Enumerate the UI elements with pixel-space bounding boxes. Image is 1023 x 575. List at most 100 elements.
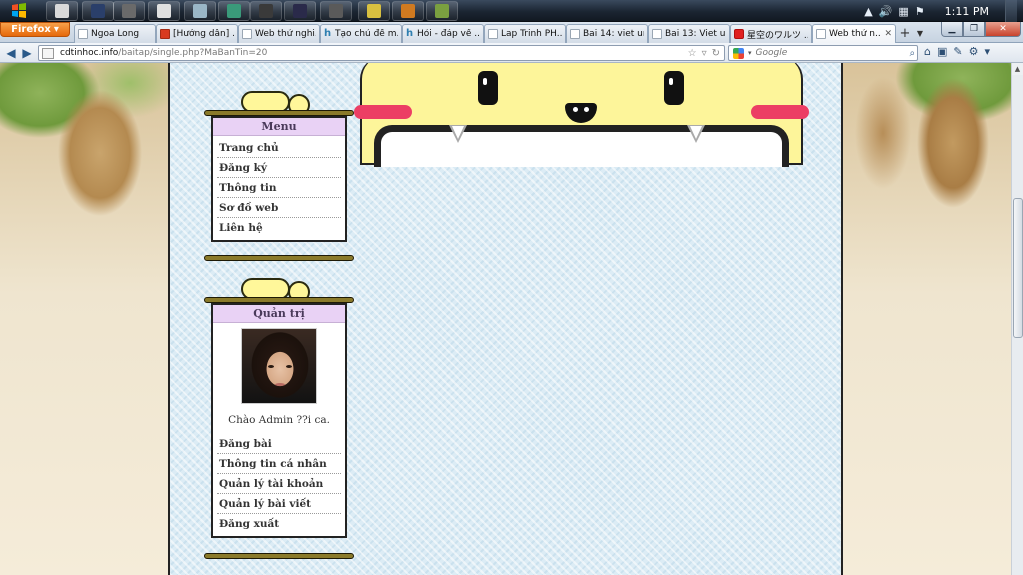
header-mascot — [354, 63, 809, 167]
browser-tab[interactable]: Lap Trinh PH... — [484, 24, 566, 43]
browser-tab[interactable]: Ngoa Long — [74, 24, 156, 43]
taskbar-app-explorer[interactable] — [46, 1, 78, 21]
windows-taskbar: ▲ 🔊 ▦ ⚑ 1:11 PM — [0, 0, 1023, 22]
taskbar-app-app-11[interactable] — [392, 1, 424, 21]
new-tab-button[interactable]: + — [896, 24, 914, 43]
browser-tab-active[interactable]: Web thử n... ✕ — [812, 24, 896, 43]
mascot-right-fang — [687, 125, 705, 143]
close-tab-icon[interactable]: ✕ — [884, 29, 892, 39]
back-arrow-icon[interactable]: ◀ — [4, 46, 18, 60]
menu-list: Trang chủ Đăng ký Thông tin Sơ đồ web Liên h… — [213, 136, 345, 240]
avatar-mouth — [275, 383, 285, 386]
scroll-up-arrow-icon[interactable]: ▲ — [1012, 63, 1023, 75]
window-controls: ▁ ❐ ✕ — [941, 22, 1021, 37]
tab-title: 星空のワルツ ... — [747, 30, 808, 41]
firefox-menu-button[interactable]: Firefox ▾ — [0, 22, 70, 37]
menu-item[interactable]: Đăng ký — [217, 158, 341, 178]
menu-item[interactable]: Sơ đồ web — [217, 198, 341, 218]
mascot-mouth — [374, 125, 789, 167]
taskbar-app-app-9[interactable] — [320, 1, 352, 21]
tab-favicon-icon — [78, 29, 88, 39]
browser-tab[interactable]: [Hướng dẫn] ... — [156, 24, 238, 43]
taskbar-app-notepad[interactable] — [358, 1, 390, 21]
tab-title: [Hướng dẫn] ... — [173, 29, 234, 39]
forward-arrow-icon[interactable]: ▶ — [20, 46, 34, 60]
admin-list: Đăng bài Thông tin cá nhân Quản lý tài kho… — [213, 432, 345, 536]
google-engine-icon[interactable] — [733, 47, 744, 59]
mascot-left-fang — [449, 125, 467, 143]
home-icon[interactable]: ⌂ — [924, 45, 931, 58]
search-icon[interactable]: ⌕ — [910, 48, 916, 59]
menu-dropdown-icon[interactable]: ▾ — [984, 45, 990, 58]
background-left-scenery — [0, 63, 168, 575]
list-all-tabs-icon[interactable]: ▼ — [914, 24, 926, 43]
taskbar-app-after-effects[interactable] — [284, 1, 316, 21]
browser-tab[interactable]: h Hỏi - đáp về ... — [402, 24, 484, 43]
menu-item[interactable]: Liên hệ — [217, 218, 341, 238]
browser-tab[interactable]: Bai 14: viet un... — [566, 24, 648, 43]
pen-tool-icon[interactable]: ✎ — [953, 45, 962, 58]
menu-item[interactable]: Thông tin — [217, 178, 341, 198]
admin-menu-item[interactable]: Quản lý tài khoản — [217, 474, 341, 494]
browser-tab[interactable]: 星空のワルツ ... — [730, 24, 812, 43]
clock[interactable]: 1:11 PM — [931, 5, 999, 18]
page-identity-icon[interactable] — [42, 47, 54, 59]
bookmarks-menu-icon[interactable]: ▣ — [937, 45, 947, 58]
volume-icon[interactable]: 🔊 — [879, 5, 893, 18]
taskbar-app-photoshop[interactable] — [82, 1, 114, 21]
tab-title: Tạo chủ đề m... — [335, 29, 398, 39]
page-scrollbar[interactable]: ▲ — [1011, 63, 1023, 575]
show-desktop-button[interactable] — [1005, 0, 1017, 22]
network-icon[interactable]: ▦ — [898, 5, 908, 18]
tray-expand-icon[interactable]: ▲ — [864, 5, 872, 18]
tab-title: Web thử n... — [829, 29, 882, 39]
scrollbar-thumb[interactable] — [1013, 198, 1023, 338]
minimize-button[interactable]: ▁ — [941, 22, 963, 37]
admin-menu-item[interactable]: Đăng xuất — [217, 514, 341, 534]
admin-menu-item[interactable]: Quản lý bài viết — [217, 494, 341, 514]
after-effects-icon — [293, 4, 307, 18]
url-bar[interactable]: cdtinhoc.info /baitap/single.php?MaBanTi… — [38, 45, 725, 61]
engine-dropdown-icon[interactable]: ▾ — [748, 49, 752, 57]
taskbar-app-app-4[interactable] — [148, 1, 180, 21]
start-button[interactable] — [4, 1, 34, 21]
mascot-right-cheek — [751, 105, 809, 119]
addon-icon[interactable]: ⚙ — [969, 45, 979, 58]
admin-panel: Quản trị Chào Admin ??i ca. Đăng bài Thôn… — [211, 303, 347, 538]
tab-title: Hỏi - đáp về ... — [417, 29, 480, 39]
browser-tab[interactable]: hTạo chủ đề m... — [320, 24, 402, 43]
browser-tab-strip: Firefox ▾ Ngoa Long [Hướng dẫn] ... Web th… — [0, 22, 1023, 43]
browser-tab[interactable]: Web thử nghi... — [238, 24, 320, 43]
search-box[interactable]: ▾ ⌕ — [728, 45, 918, 61]
search-input[interactable] — [755, 48, 906, 58]
admin-menu-item[interactable]: Đăng bài — [217, 434, 341, 454]
tab-title: Ngoa Long — [91, 29, 140, 39]
greeting-text: Chào Admin ??i ca. — [228, 414, 330, 426]
close-window-button[interactable]: ✕ — [985, 22, 1021, 37]
app-6-icon — [227, 4, 241, 18]
taskbar-app-media-player[interactable] — [113, 1, 145, 21]
app-5-icon — [193, 4, 207, 18]
maximize-button[interactable]: ❐ — [963, 22, 985, 37]
tab-favicon-icon — [816, 29, 826, 39]
chevron-down-icon: ▾ — [53, 24, 59, 35]
avatar-eye — [268, 365, 274, 368]
scroll-rod-bottom — [204, 553, 354, 559]
reload-icon[interactable]: ↻ — [712, 48, 720, 59]
history-dropdown-icon[interactable]: ▿ — [702, 48, 707, 59]
action-center-icon[interactable]: ⚑ — [915, 5, 925, 18]
taskbar-app-dreamweaver[interactable] — [250, 1, 282, 21]
app-12-icon — [435, 4, 449, 18]
taskbar-app-app-12[interactable] — [426, 1, 458, 21]
taskbar-app-app-5[interactable] — [184, 1, 216, 21]
tab-title: Bai 13: Viet u... — [665, 29, 726, 39]
tab-favicon-icon — [242, 29, 252, 39]
bookmark-star-icon[interactable]: ☆ — [688, 48, 697, 59]
mascot-left-eye — [478, 71, 498, 105]
taskbar-app-app-6[interactable] — [218, 1, 250, 21]
app-9-icon — [329, 4, 343, 18]
browser-tab[interactable]: Bai 13: Viet u... — [648, 24, 730, 43]
page-viewport: Menu Trang chủ Đăng ký Thông tin Sơ đồ web L… — [0, 63, 1011, 575]
admin-menu-item[interactable]: Thông tin cá nhân — [217, 454, 341, 474]
menu-item[interactable]: Trang chủ — [217, 138, 341, 158]
